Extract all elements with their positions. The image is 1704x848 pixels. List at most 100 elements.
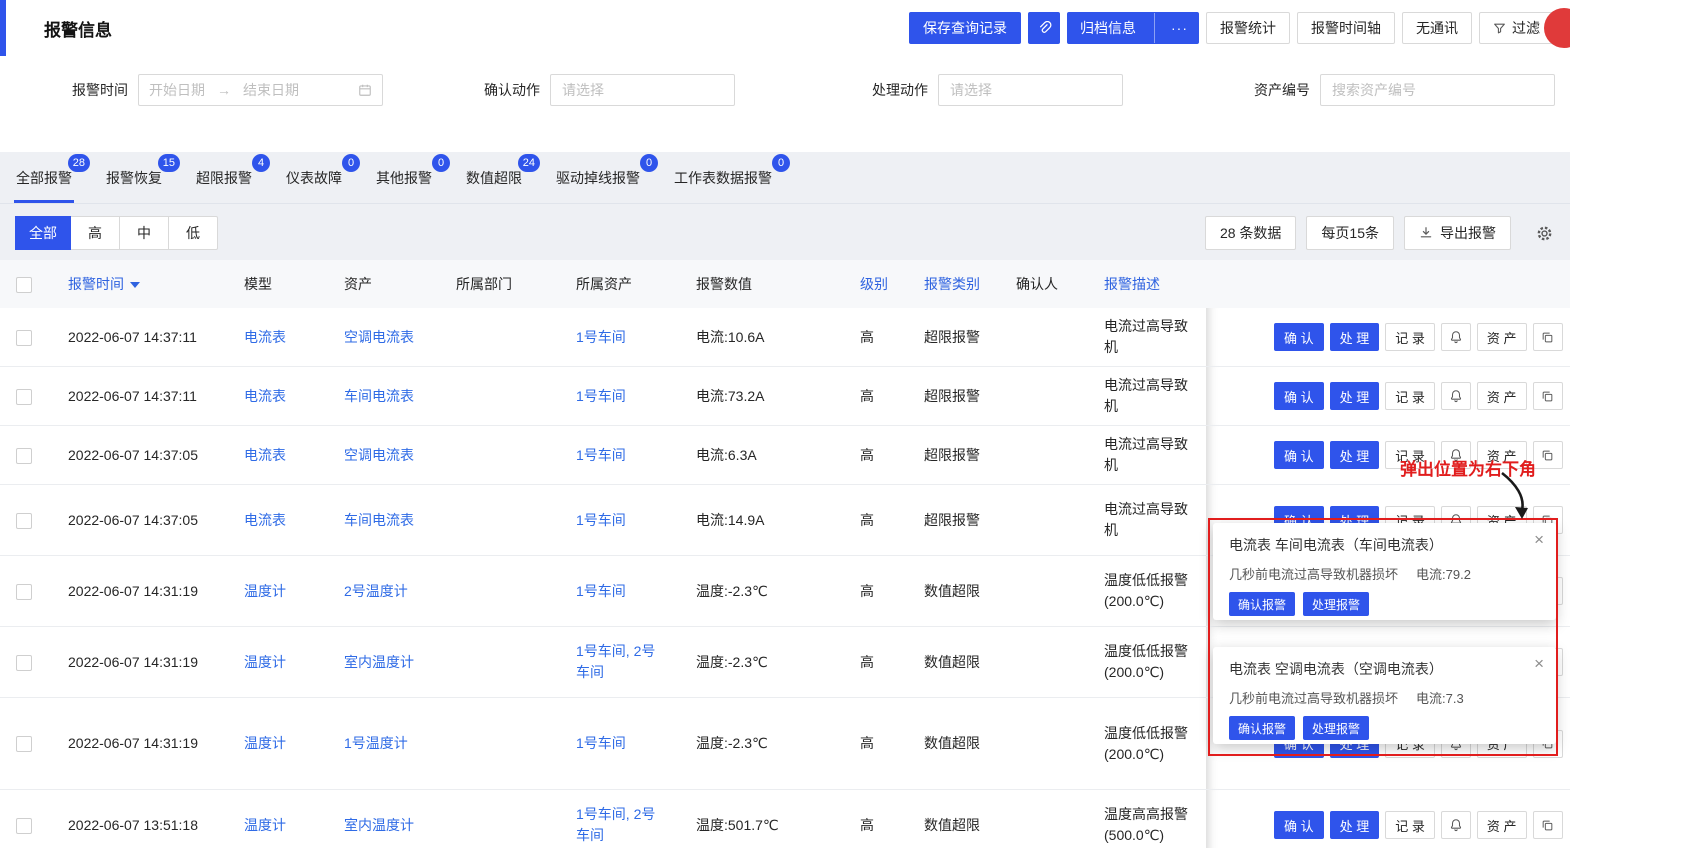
cell-asset-link[interactable]: 室内温度计 bbox=[344, 654, 414, 670]
close-icon[interactable]: × bbox=[1534, 531, 1544, 548]
record-button[interactable]: 记 录 bbox=[1385, 382, 1435, 410]
alarm-stats-button[interactable]: 报警统计 bbox=[1206, 12, 1290, 44]
close-icon[interactable]: × bbox=[1534, 655, 1544, 672]
cell-owner-asset-link[interactable]: 1号车间, 2号车间 bbox=[576, 643, 655, 680]
copy-icon-button[interactable] bbox=[1532, 441, 1563, 469]
caret-down-icon bbox=[130, 282, 140, 289]
cell-owner-asset-link[interactable]: 1号车间 bbox=[576, 583, 626, 599]
cell-model-link[interactable]: 温度计 bbox=[244, 735, 286, 751]
bell-icon-button[interactable] bbox=[1440, 323, 1471, 351]
tab[interactable]: 报警恢复 15 bbox=[104, 152, 180, 203]
tab[interactable]: 全部报警 28 bbox=[14, 152, 90, 203]
cell-description: 温度低低报警 (200.0℃) bbox=[1088, 697, 1206, 790]
handle-button[interactable]: 处 理 bbox=[1329, 811, 1380, 839]
cell-asset-link[interactable]: 空调电流表 bbox=[344, 329, 414, 345]
cell-model-link[interactable]: 电流表 bbox=[244, 388, 286, 404]
cell-owner-asset-link[interactable]: 1号车间 bbox=[576, 388, 626, 404]
copy-icon-button[interactable] bbox=[1532, 382, 1563, 410]
row-checkbox[interactable] bbox=[16, 817, 32, 834]
copy-icon-button[interactable] bbox=[1532, 811, 1563, 839]
severity-filter-button[interactable]: 中 bbox=[119, 216, 169, 250]
export-button[interactable]: 导出报警 bbox=[1404, 216, 1511, 250]
row-checkbox[interactable] bbox=[16, 388, 32, 405]
asset-button[interactable]: 资 产 bbox=[1476, 382, 1527, 410]
cell-owner-asset-link[interactable]: 1号车间 bbox=[576, 735, 626, 751]
gear-icon[interactable] bbox=[1535, 224, 1554, 243]
cell-owner-asset-link[interactable]: 1号车间, 2号车间 bbox=[576, 806, 655, 843]
row-checkbox[interactable] bbox=[16, 329, 32, 346]
copy-icon-button[interactable] bbox=[1532, 323, 1563, 351]
page-size-select[interactable]: 每页15条 bbox=[1306, 216, 1394, 250]
confirm-button[interactable]: 确 认 bbox=[1274, 811, 1324, 839]
tab[interactable]: 工作表数据报警 0 bbox=[672, 152, 790, 203]
tabs-row: 全部报警 28 报警恢复 15 超限报警 4 仪表故障 0 其他报警 0 数值超… bbox=[0, 152, 1570, 204]
severity-filter-button[interactable]: 高 bbox=[70, 216, 120, 250]
popup-title: 电流表 车间电流表（车间电流表） bbox=[1229, 537, 1443, 553]
col-header-category[interactable]: 报警类别 bbox=[908, 260, 1000, 308]
cell-model-link[interactable]: 温度计 bbox=[244, 817, 286, 833]
cell-model-link[interactable]: 温度计 bbox=[244, 583, 286, 599]
cell-asset-link[interactable]: 2号温度计 bbox=[344, 583, 408, 599]
attachment-button[interactable] bbox=[1028, 12, 1060, 44]
asset-button[interactable]: 资 产 bbox=[1476, 811, 1527, 839]
tab[interactable]: 仪表故障 0 bbox=[284, 152, 360, 203]
handle-button[interactable]: 处 理 bbox=[1329, 382, 1380, 410]
confirm-alarm-button[interactable]: 确认报警 bbox=[1229, 716, 1296, 740]
row-checkbox[interactable] bbox=[16, 654, 32, 671]
bell-icon-button[interactable] bbox=[1440, 811, 1471, 839]
asset-button[interactable]: 资 产 bbox=[1476, 323, 1527, 351]
button-divider bbox=[1154, 13, 1155, 43]
handle-button[interactable]: 处 理 bbox=[1329, 323, 1380, 351]
bell-icon-button[interactable] bbox=[1440, 382, 1471, 410]
col-header-alarm-time[interactable]: 报警时间 bbox=[52, 260, 228, 308]
cell-asset-link[interactable]: 车间电流表 bbox=[344, 512, 414, 528]
severity-filter-button[interactable]: 全部 bbox=[15, 216, 71, 250]
cell-owner-asset-link[interactable]: 1号车间 bbox=[576, 329, 626, 345]
cell-model-link[interactable]: 电流表 bbox=[244, 329, 286, 345]
no-comm-button[interactable]: 无通讯 bbox=[1402, 12, 1472, 44]
confirm-button[interactable]: 确 认 bbox=[1274, 323, 1324, 351]
handle-action-select[interactable]: 请选择 bbox=[938, 74, 1123, 106]
save-query-button[interactable]: 保存查询记录 bbox=[909, 12, 1021, 44]
archive-button[interactable]: 归档信息 ··· bbox=[1067, 12, 1199, 44]
cell-level: 高 bbox=[844, 366, 908, 426]
filter-button[interactable]: 过滤 bbox=[1479, 12, 1554, 44]
confirm-action-select[interactable]: 请选择 bbox=[550, 74, 735, 106]
ellipsis-icon[interactable]: ··· bbox=[1161, 13, 1198, 43]
handle-button[interactable]: 处 理 bbox=[1329, 441, 1380, 469]
tab[interactable]: 数值超限 24 bbox=[464, 152, 540, 203]
tab[interactable]: 超限报警 4 bbox=[194, 152, 270, 203]
col-header-level[interactable]: 级别 bbox=[844, 260, 908, 308]
record-button[interactable]: 记 录 bbox=[1385, 323, 1435, 351]
tab[interactable]: 驱动掉线报警 0 bbox=[554, 152, 658, 203]
confirm-button[interactable]: 确 认 bbox=[1274, 382, 1324, 410]
cell-asset-link[interactable]: 室内温度计 bbox=[344, 817, 414, 833]
row-checkbox[interactable] bbox=[16, 512, 32, 529]
cell-owner-asset-link[interactable]: 1号车间 bbox=[576, 512, 626, 528]
record-button[interactable]: 记 录 bbox=[1385, 811, 1435, 839]
cell-asset-link[interactable]: 1号温度计 bbox=[344, 735, 408, 751]
row-checkbox[interactable] bbox=[16, 736, 32, 753]
confirm-alarm-button[interactable]: 确认报警 bbox=[1229, 592, 1296, 616]
cell-department bbox=[440, 425, 560, 485]
cell-asset-link[interactable]: 车间电流表 bbox=[344, 388, 414, 404]
alarm-time-range-picker[interactable]: 开始日期 → 结束日期 bbox=[138, 74, 383, 106]
col-header-model: 模型 bbox=[228, 260, 328, 308]
select-all-checkbox[interactable] bbox=[16, 276, 32, 293]
col-header-description[interactable]: 报警描述 bbox=[1088, 260, 1206, 308]
row-checkbox[interactable] bbox=[16, 447, 32, 464]
severity-toolbar-row: 全部 高 中 低 28 条数据 每页15条 导出报警 bbox=[0, 204, 1570, 250]
confirm-button[interactable]: 确 认 bbox=[1274, 441, 1324, 469]
handle-alarm-button[interactable]: 处理报警 bbox=[1303, 716, 1370, 740]
cell-model-link[interactable]: 电流表 bbox=[244, 512, 286, 528]
cell-owner-asset-link[interactable]: 1号车间 bbox=[576, 447, 626, 463]
alarm-timeline-button[interactable]: 报警时间轴 bbox=[1297, 12, 1395, 44]
row-checkbox[interactable] bbox=[16, 583, 32, 600]
cell-asset-link[interactable]: 空调电流表 bbox=[344, 447, 414, 463]
handle-alarm-button[interactable]: 处理报警 bbox=[1303, 592, 1370, 616]
tab[interactable]: 其他报警 0 bbox=[374, 152, 450, 203]
asset-no-input[interactable] bbox=[1320, 74, 1555, 106]
cell-model-link[interactable]: 温度计 bbox=[244, 654, 286, 670]
severity-filter-button[interactable]: 低 bbox=[168, 216, 218, 250]
cell-model-link[interactable]: 电流表 bbox=[244, 447, 286, 463]
